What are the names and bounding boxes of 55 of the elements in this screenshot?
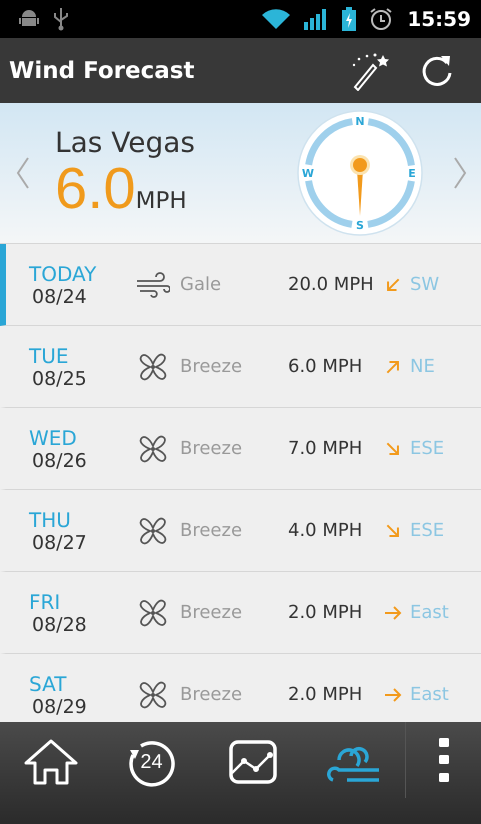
fan-icon: [137, 514, 169, 546]
wind-speed: 2.0 MPH: [288, 684, 364, 705]
date-label: 08/24: [31, 286, 88, 308]
app-title: Wind Forecast: [9, 58, 194, 84]
condition-label: Breeze: [179, 438, 244, 459]
android-icon: [18, 9, 40, 29]
current-speed: 6.0: [55, 159, 136, 220]
status-time: 15:59: [407, 7, 471, 31]
speed-unit: MPH: [136, 188, 187, 214]
day-label: TUE: [29, 344, 70, 368]
more-icon: [438, 738, 448, 782]
wind-direction: SW: [410, 274, 440, 295]
condition-label: Breeze: [179, 602, 244, 623]
wind-direction: East: [410, 684, 449, 705]
wind-speed: 2.0 MPH: [288, 602, 364, 623]
nav-tab[interactable]: 24: [101, 734, 202, 790]
wind-direction: NE: [410, 356, 435, 377]
alarm-clock-icon: [369, 7, 394, 31]
wifi-icon: [261, 8, 292, 30]
date-label: 08/27: [31, 532, 88, 554]
fan-icon: [137, 596, 169, 628]
condition-label: Breeze: [179, 356, 244, 377]
wind-speed: 7.0 MPH: [288, 438, 364, 459]
compass-north: N: [355, 115, 365, 128]
condition-label: Breeze: [179, 684, 244, 705]
wind-direction: ESE: [410, 438, 444, 459]
day-label: FRI: [29, 590, 62, 614]
date-label: 08/26: [31, 450, 88, 472]
date-label: 08/29: [31, 696, 88, 718]
chart-icon: [228, 739, 278, 785]
compass-east: E: [408, 167, 416, 180]
city-name: Las Vegas: [55, 126, 196, 160]
wind-icon: [136, 272, 170, 298]
fan-icon: [137, 432, 169, 464]
usb-icon: [52, 7, 70, 31]
compass-south: S: [356, 219, 364, 232]
wind-speed: 6.0 MPH: [288, 356, 364, 377]
forecast-row[interactable]: TODAY 08/24 Gale 20.0 MPH SW: [0, 244, 481, 326]
wind-speed: 20.0 MPH: [288, 274, 375, 295]
wind-speed: 4.0 MPH: [288, 520, 364, 541]
fan-icon: [137, 350, 169, 382]
condition-label: Breeze: [179, 520, 244, 541]
wind-direction: East: [410, 602, 449, 623]
date-label: 08/28: [31, 614, 88, 636]
wind-direction: ESE: [410, 520, 444, 541]
compass-west: W: [302, 167, 314, 180]
day-label: WED: [29, 426, 78, 450]
day-label: THU: [29, 508, 72, 532]
day-label: SAT: [29, 672, 68, 696]
condition-label: Gale: [179, 274, 222, 295]
home-icon: [22, 738, 78, 786]
day-label: TODAY: [29, 262, 98, 286]
battery-icon: [341, 7, 358, 31]
fan-icon: [137, 678, 169, 710]
date-label: 08/25: [31, 368, 88, 390]
